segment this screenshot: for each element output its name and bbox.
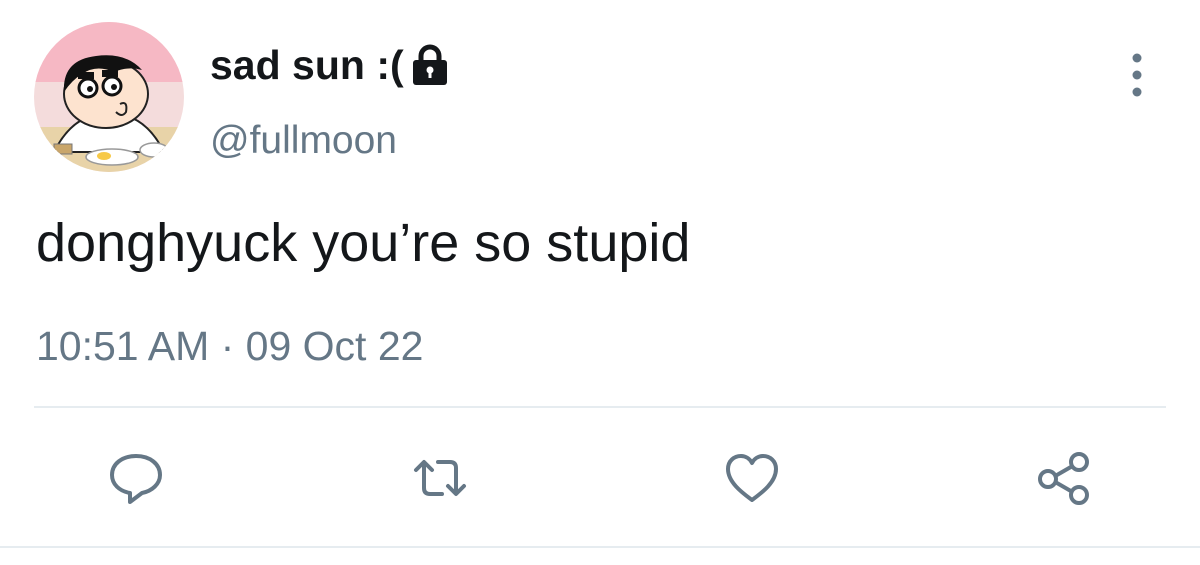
retweet-icon	[414, 460, 466, 496]
avatar[interactable]	[34, 22, 184, 172]
retweet-button[interactable]	[410, 448, 470, 508]
share-icon	[1038, 452, 1089, 505]
tweet-text: donghyuck you’re so stupid	[36, 213, 691, 273]
user-handle[interactable]: @fullmoon	[210, 116, 397, 166]
reply-icon	[110, 454, 162, 504]
like-button[interactable]	[722, 448, 782, 508]
share-button[interactable]	[1034, 448, 1094, 508]
tweet-timestamp[interactable]: 10:51 AM · 09 Oct 22	[36, 320, 423, 372]
heart-icon	[726, 454, 778, 502]
reply-button[interactable]	[106, 448, 166, 508]
display-name-text: sad sun :(	[210, 42, 404, 88]
lock-icon	[410, 43, 450, 87]
display-name[interactable]: sad sun :(	[210, 40, 450, 90]
avatar-image	[34, 22, 184, 172]
more-vertical-icon[interactable]	[1124, 52, 1150, 98]
divider	[34, 406, 1166, 408]
bottom-divider	[0, 546, 1200, 548]
